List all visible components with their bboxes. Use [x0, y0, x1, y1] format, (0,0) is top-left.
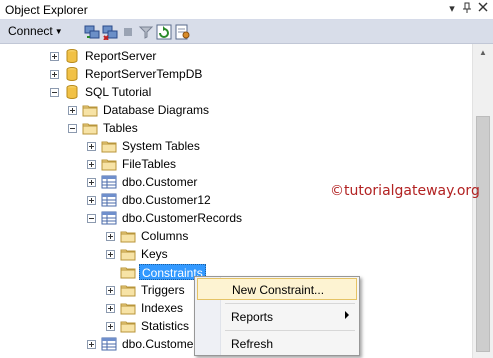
expand-icon[interactable] [106, 322, 115, 331]
table-icon [101, 210, 117, 226]
database-icon [64, 84, 80, 100]
disconnect-icon[interactable] [102, 24, 118, 41]
submenu-arrow-icon [345, 311, 349, 319]
collapse-icon[interactable] [68, 124, 77, 133]
vertical-scrollbar[interactable]: ▲ [472, 44, 493, 358]
collapse-icon[interactable] [87, 214, 96, 223]
tree-node-label: dbo.CustomerRecords [122, 211, 243, 225]
menu-item-label: New Constraint... [232, 283, 325, 297]
expand-icon[interactable] [87, 160, 96, 169]
folder-icon [120, 318, 136, 334]
stop-icon[interactable] [120, 24, 136, 40]
object-explorer-title-bar: Object Explorer ▾ [0, 0, 493, 20]
connect-object-explorer-icon[interactable] [84, 24, 100, 40]
window-title: Object Explorer [5, 3, 88, 17]
close-icon[interactable] [476, 2, 490, 16]
tree-node-reportserver[interactable]: ReportServer [0, 47, 472, 65]
database-icon [64, 48, 80, 64]
scrollbar-thumb[interactable] [476, 116, 490, 352]
table-icon [101, 336, 117, 352]
window-position-dropdown-icon[interactable]: ▾ [445, 2, 459, 16]
scroll-up-icon[interactable]: ▲ [473, 44, 493, 61]
folder-icon [101, 138, 117, 154]
tree-node-columns[interactable]: Columns [0, 227, 472, 245]
tree-node-label: SQL Tutorial [85, 85, 152, 99]
tree-node-tables[interactable]: Tables [0, 119, 472, 137]
expand-icon[interactable] [50, 70, 59, 79]
refresh-icon[interactable] [156, 24, 172, 40]
filter-icon[interactable] [138, 24, 154, 40]
tree-node-label: dbo.Customer12 [122, 193, 211, 207]
auto-hide-pin-icon[interactable] [460, 2, 474, 18]
tree-node-label: System Tables [122, 139, 200, 153]
expand-icon[interactable] [106, 232, 115, 241]
folder-icon [120, 264, 136, 280]
expand-icon[interactable] [87, 178, 96, 187]
tree-node-label: ReportServer [85, 49, 157, 63]
menu-item-refresh[interactable]: Refresh [197, 333, 357, 355]
folder-icon [101, 156, 117, 172]
tree-node-label: Tables [103, 121, 138, 135]
folder-icon [120, 228, 136, 244]
menu-separator [225, 303, 355, 304]
collapse-icon[interactable] [50, 88, 59, 97]
tree-node-label: Keys [141, 247, 168, 261]
expand-icon[interactable] [106, 250, 115, 259]
expand-icon[interactable] [50, 52, 59, 61]
menu-item-label: Reports [231, 310, 274, 324]
menu-item-label: Refresh [231, 337, 274, 351]
expand-icon[interactable] [106, 304, 115, 313]
menu-item-new-constraint[interactable]: New Constraint... [197, 278, 357, 300]
expand-icon[interactable] [87, 196, 96, 205]
context-menu: New Constraint... Reports Refresh [194, 276, 360, 356]
tree-node-label: dbo.Custome [122, 337, 194, 351]
table-icon [101, 174, 117, 190]
tree-node-label: dbo.Customer [122, 175, 198, 189]
menu-item-reports[interactable]: Reports [197, 306, 357, 328]
tree-node-keys[interactable]: Keys [0, 245, 472, 263]
watermark-text: ©tutorialgateway.org [330, 183, 480, 199]
expand-icon[interactable] [87, 340, 96, 349]
folder-icon [120, 282, 136, 298]
expand-icon[interactable] [106, 286, 115, 295]
folder-icon [120, 246, 136, 262]
folder-icon [82, 120, 98, 136]
tree-node-sql-tutorial[interactable]: SQL Tutorial [0, 83, 472, 101]
expand-icon[interactable] [68, 106, 77, 115]
folder-icon [82, 102, 98, 118]
tree-node-label: Indexes [141, 301, 184, 315]
tree-node-filetables[interactable]: FileTables [0, 155, 472, 173]
folder-icon [120, 300, 136, 316]
expand-icon[interactable] [87, 142, 96, 151]
table-icon [101, 192, 117, 208]
tree-node-label: Triggers [141, 283, 185, 297]
tree-node-label: ReportServerTempDB [85, 67, 203, 81]
tree-node-database-diagrams[interactable]: Database Diagrams [0, 101, 472, 119]
database-icon [64, 66, 80, 82]
tree-node-reportservertempdb[interactable]: ReportServerTempDB [0, 65, 472, 83]
summary-icon[interactable] [174, 24, 190, 40]
tree-node-system-tables[interactable]: System Tables [0, 137, 472, 155]
tree-node-dbo-customerrecords[interactable]: dbo.CustomerRecords [0, 209, 472, 227]
connect-button[interactable]: Connect ▼ [8, 24, 63, 38]
object-explorer-toolbar: Connect ▼ [0, 20, 493, 44]
tree-node-label: Statistics [141, 319, 190, 333]
chevron-down-icon[interactable]: ▼ [55, 27, 63, 36]
tree-node-label: Database Diagrams [103, 103, 210, 117]
menu-separator [225, 330, 355, 331]
tree-node-label: Columns [141, 229, 189, 243]
tree-node-label: FileTables [122, 157, 177, 171]
connect-label: Connect [8, 24, 53, 38]
